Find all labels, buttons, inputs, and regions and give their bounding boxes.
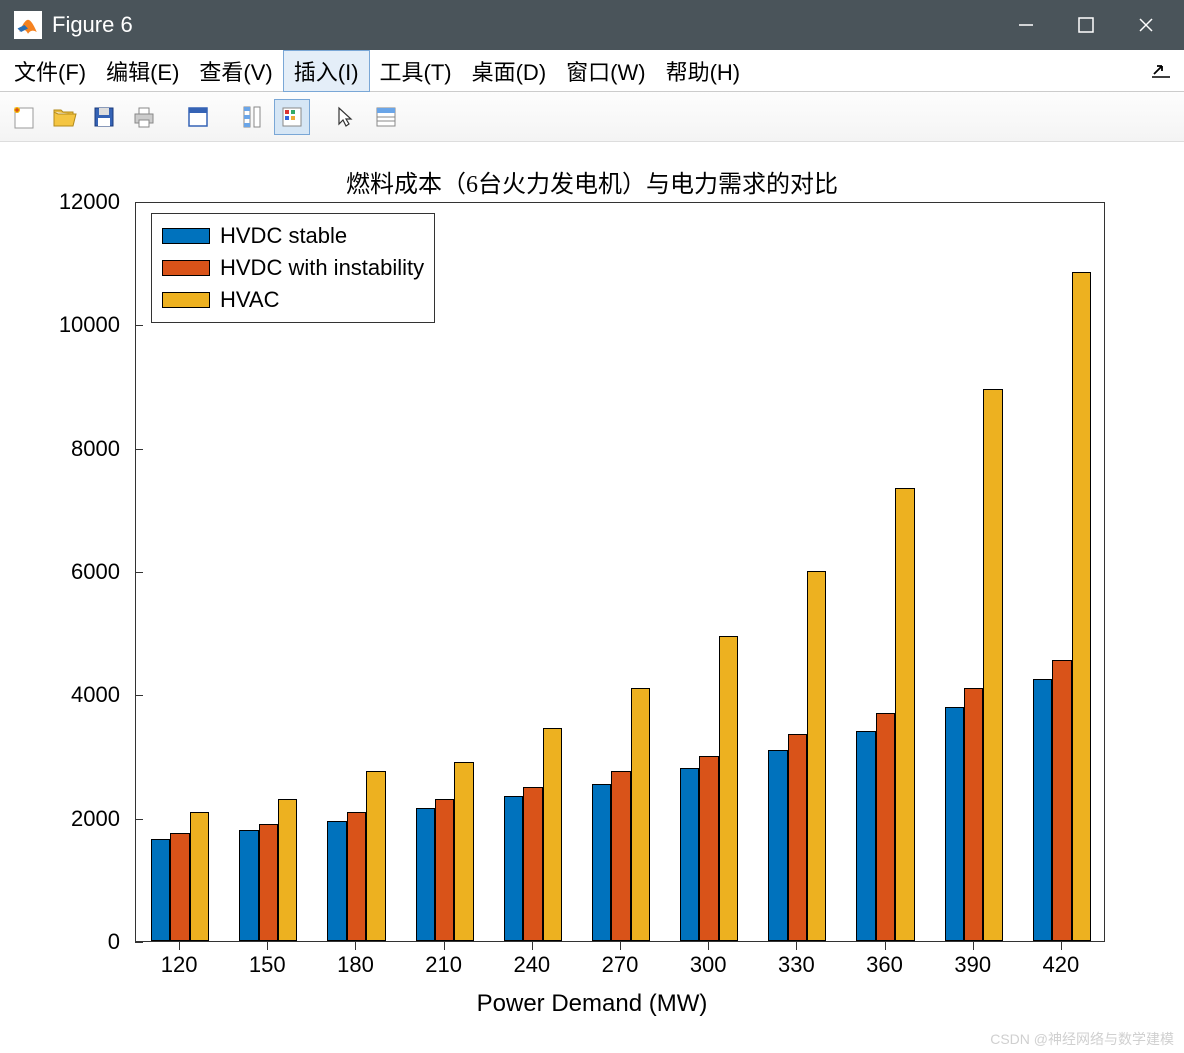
titlebar: Figure 6 — [0, 0, 1184, 50]
save-icon[interactable] — [86, 99, 122, 135]
watermark: CSDN @神经网络与数学建模 — [990, 1029, 1174, 1049]
bar — [592, 784, 611, 941]
bar — [699, 756, 718, 941]
open-icon[interactable] — [46, 99, 82, 135]
bar — [983, 389, 1002, 941]
edit-plot-icon[interactable] — [180, 99, 216, 135]
legend[interactable]: HVDC stable HVDC with instability HVAC — [151, 213, 435, 323]
x-tick-label: 120 — [149, 952, 209, 978]
data-cursor-icon[interactable] — [368, 99, 404, 135]
pointer-icon[interactable] — [328, 99, 364, 135]
menu-tools[interactable]: 工具(T) — [370, 51, 462, 91]
menu-view[interactable]: 查看(V) — [189, 51, 282, 91]
x-tick-label: 240 — [502, 952, 562, 978]
bar — [1033, 679, 1052, 941]
legend-label: HVAC — [220, 287, 280, 313]
dock-icon[interactable] — [1152, 58, 1180, 84]
legend-swatch-icon — [162, 260, 210, 276]
bar — [190, 812, 209, 942]
bar — [278, 799, 297, 941]
bar — [768, 750, 787, 941]
legend-swatch-icon — [162, 292, 210, 308]
menu-desktop[interactable]: 桌面(D) — [462, 51, 557, 91]
bar — [416, 808, 435, 941]
menu-edit[interactable]: 编辑(E) — [96, 51, 189, 91]
bar — [435, 799, 454, 941]
y-tick-label: 12000 — [40, 189, 120, 215]
bar — [454, 762, 473, 941]
bar — [788, 734, 807, 941]
bar — [631, 688, 650, 941]
x-tick-label: 420 — [1031, 952, 1091, 978]
bar — [327, 821, 346, 941]
bar — [680, 768, 699, 941]
maximize-button[interactable] — [1056, 0, 1116, 50]
x-axis-label: Power Demand (MW) — [0, 990, 1184, 1018]
x-tick-label: 210 — [414, 952, 474, 978]
menubar: 文件(F) 编辑(E) 查看(V) 插入(I) 工具(T) 桌面(D) 窗口(W… — [0, 50, 1184, 92]
bar — [945, 707, 964, 941]
minimize-button[interactable] — [996, 0, 1056, 50]
bar — [856, 731, 875, 941]
bar — [170, 833, 189, 941]
bar — [523, 787, 542, 941]
legend-label: HVDC stable — [220, 223, 347, 249]
toolbar — [0, 92, 1184, 142]
y-tick-label: 6000 — [40, 559, 120, 585]
menu-window[interactable]: 窗口(W) — [556, 51, 655, 91]
bar — [611, 771, 630, 941]
bar — [543, 728, 562, 941]
close-button[interactable] — [1116, 0, 1176, 50]
bar — [876, 713, 895, 941]
plot-area: HVDC stable HVDC with instability HVAC — [135, 202, 1105, 942]
legend-label: HVDC with instability — [220, 255, 424, 281]
bar — [1052, 660, 1071, 941]
menu-insert[interactable]: 插入(I) — [283, 50, 370, 92]
chart-title: 燃料成本（6台火力发电机）与电力需求的对比 — [0, 164, 1184, 199]
y-tick-label: 8000 — [40, 436, 120, 462]
insert-colorbar-icon[interactable] — [274, 99, 310, 135]
x-tick-label: 360 — [855, 952, 915, 978]
legend-item: HVAC — [162, 284, 424, 316]
legend-item: HVDC with instability — [162, 252, 424, 284]
x-tick-label: 300 — [678, 952, 738, 978]
link-data-icon[interactable] — [234, 99, 270, 135]
x-tick-label: 390 — [943, 952, 1003, 978]
legend-swatch-icon — [162, 228, 210, 244]
bar — [964, 688, 983, 941]
bar — [1072, 272, 1091, 941]
legend-item: HVDC stable — [162, 220, 424, 252]
figure-canvas: 燃料成本（6台火力发电机）与电力需求的对比 Fuel Cost ($) Powe… — [0, 142, 1184, 1053]
bar — [151, 839, 170, 941]
window-title: Figure 6 — [52, 12, 133, 38]
menu-help[interactable]: 帮助(H) — [656, 51, 751, 91]
bar — [807, 571, 826, 941]
x-tick-label: 150 — [237, 952, 297, 978]
x-tick-label: 330 — [766, 952, 826, 978]
print-icon[interactable] — [126, 99, 162, 135]
bar — [719, 636, 738, 941]
bar — [895, 488, 914, 941]
y-tick-label: 2000 — [40, 806, 120, 832]
bar — [347, 812, 366, 942]
bar — [239, 830, 258, 941]
y-axis-label: Fuel Cost ($) — [18, 0, 48, 202]
x-tick-label: 270 — [590, 952, 650, 978]
bar — [259, 824, 278, 941]
y-tick-label: 0 — [40, 929, 120, 955]
y-tick-label: 4000 — [40, 682, 120, 708]
bar — [504, 796, 523, 941]
bar — [366, 771, 385, 941]
x-tick-label: 180 — [325, 952, 385, 978]
y-tick-label: 10000 — [40, 312, 120, 338]
